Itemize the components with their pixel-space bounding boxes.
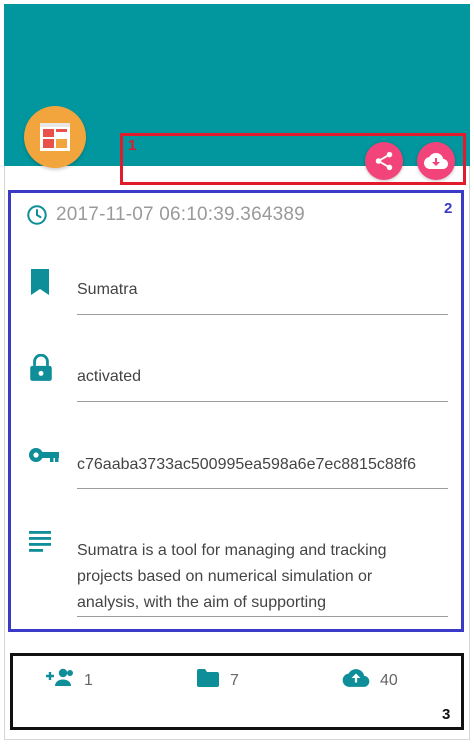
add-group-icon — [46, 668, 73, 686]
folders-count: 7 — [230, 672, 239, 689]
project-name-field[interactable]: Sumatra — [77, 281, 137, 299]
cloud-upload-icon — [342, 669, 370, 687]
folders-stat[interactable]: 7 — [196, 666, 239, 690]
lock-icon — [30, 354, 52, 381]
share-icon — [375, 151, 393, 171]
project-avatar — [24, 106, 86, 168]
description-field-underline — [77, 616, 448, 617]
status-field[interactable]: activated — [77, 368, 141, 386]
created-timestamp: 2017-11-07 06:10:39.364389 — [56, 204, 305, 225]
api-key-field[interactable]: c76aaba3733ac500995ea598a6e7ec8815c88f6 — [77, 456, 416, 474]
notes-icon — [29, 531, 51, 552]
annotation-label-2: 2 — [444, 200, 453, 217]
created-timestamp-row: 2017-11-07 06:10:39.364389 — [26, 202, 305, 228]
uploads-stat[interactable]: 40 — [342, 666, 398, 690]
cloud-download-icon — [424, 153, 448, 169]
download-button[interactable] — [417, 142, 455, 180]
name-field-underline — [77, 314, 448, 315]
members-stat[interactable]: 1 — [46, 666, 93, 690]
status-field-underline — [77, 401, 448, 402]
uploads-count: 40 — [380, 672, 398, 689]
annotation-label-3: 3 — [442, 706, 451, 723]
newspaper-icon — [40, 123, 70, 151]
members-count: 1 — [84, 672, 93, 689]
key-field-underline — [77, 488, 448, 489]
description-field[interactable]: Sumatra is a tool for managing and track… — [77, 538, 437, 616]
share-button[interactable] — [365, 142, 403, 180]
bookmark-icon — [31, 269, 49, 295]
clock-icon — [27, 205, 47, 225]
key-icon — [29, 448, 59, 462]
annotation-label-1: 1 — [128, 137, 137, 154]
folder-icon — [197, 669, 219, 687]
